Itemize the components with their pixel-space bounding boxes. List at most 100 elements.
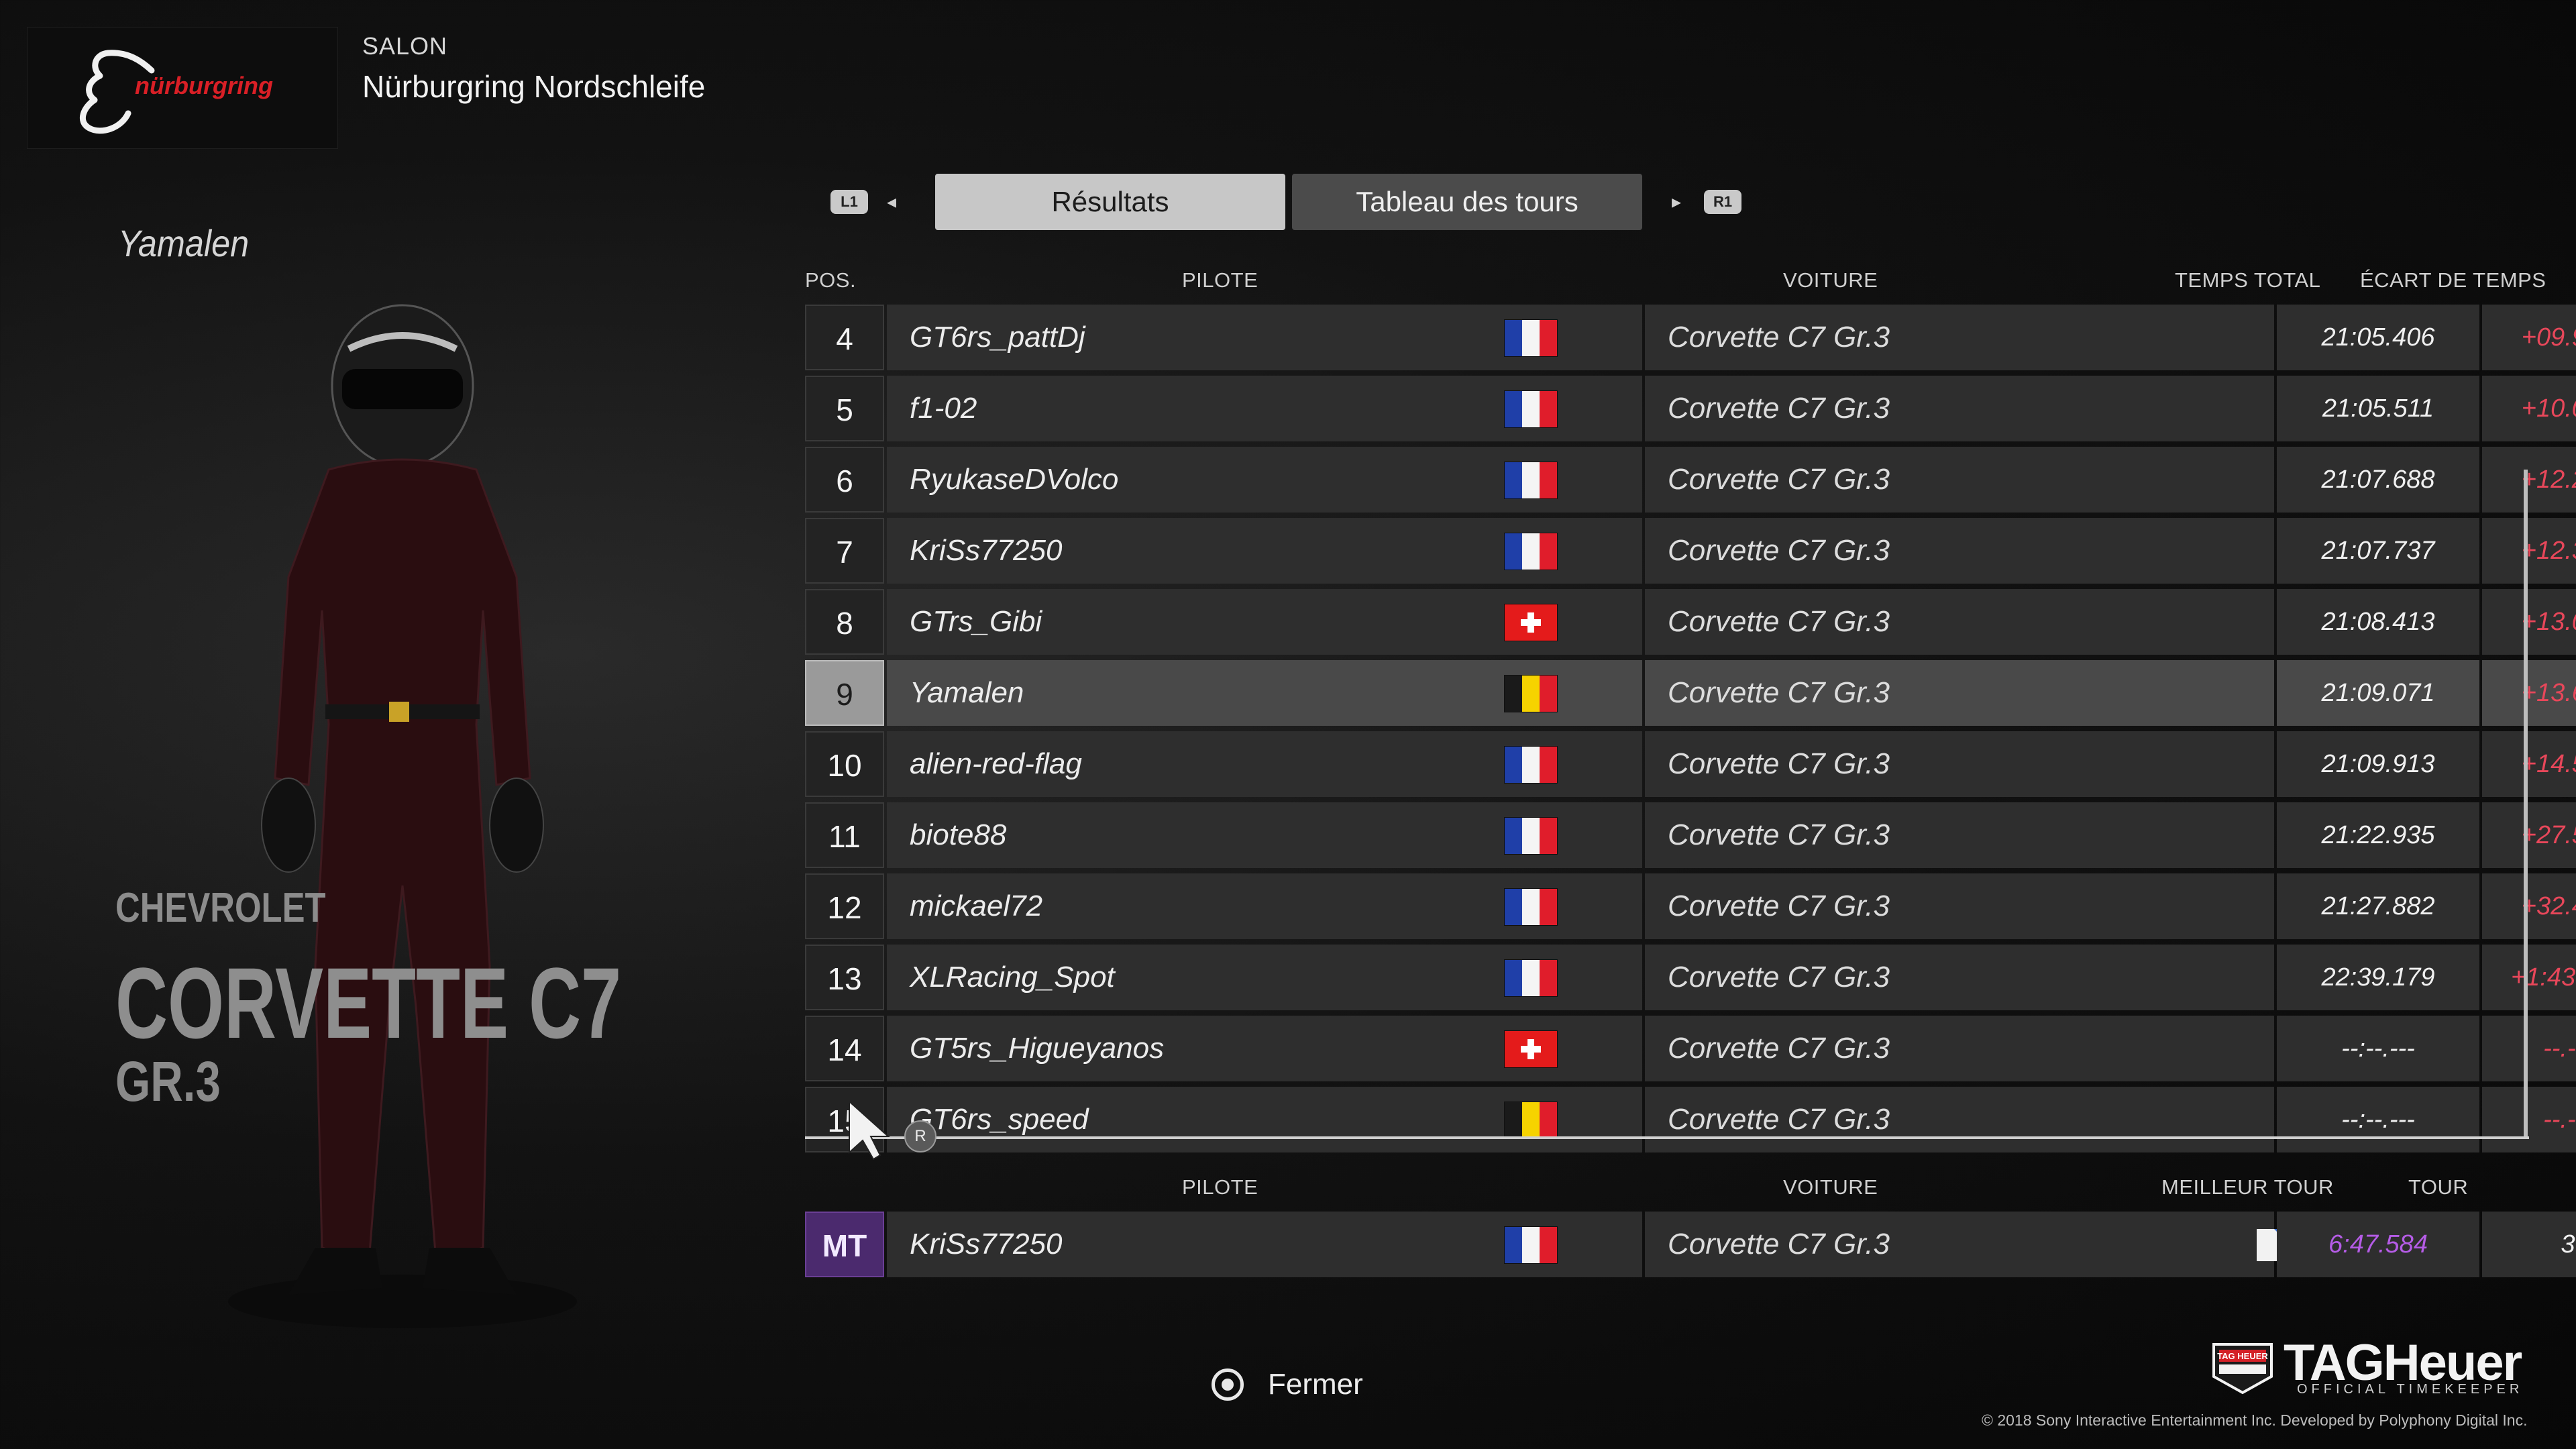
r-stick-badge: R (904, 1120, 936, 1152)
flag-fr-icon (1504, 959, 1558, 997)
tab-results[interactable]: Résultats (935, 174, 1285, 230)
flag-fr-icon (1504, 817, 1558, 855)
flag-fr-icon (1504, 533, 1558, 570)
driver-cell: alien-red-flag (887, 731, 1642, 797)
car-name: Corvette C7 Gr.3 (1668, 890, 1890, 922)
car-name: Corvette C7 Gr.3 (1668, 392, 1890, 425)
car-cell: Corvette C7 Gr.3 (1645, 945, 2274, 1010)
gap-cell: +10.098 (2482, 376, 2576, 441)
car-cell: Corvette C7 Gr.3 (1645, 447, 2274, 513)
table-row[interactable]: 7 KriSs77250 Corvette C7 Gr.3 21:07.737 +12.… (805, 518, 2576, 584)
copyright-text: © 2018 Sony Interactive Entertainment In… (1982, 1411, 2528, 1429)
l1-button-hint[interactable]: L1 (830, 190, 868, 214)
total-time-cell: --:--.--- (2277, 1087, 2479, 1152)
total-time-cell: 21:08.413 (2277, 589, 2479, 655)
flag-fr-icon (1504, 319, 1558, 357)
table-row[interactable]: 8 GTrs_Gibi Corvette C7 Gr.3 21:08.413+13.0… (805, 589, 2576, 655)
car-cell: Corvette C7 Gr.3 (1645, 589, 2274, 655)
car-cell: Corvette C7 Gr.3 (1645, 731, 2274, 797)
total-time-cell: 21:07.737 (2277, 518, 2479, 584)
flag-fr-icon (1504, 888, 1558, 926)
car-class: GR.3 (115, 1050, 221, 1113)
car-model: CORVETTE C7 (115, 947, 622, 1059)
driver-cell: XLRacing_Spot (887, 945, 1642, 1010)
header-gap: ÉCART DE TEMPS (2360, 268, 2546, 292)
driver-name: alien-red-flag (910, 747, 1082, 780)
table-row[interactable]: 5 f1-02 Corvette C7 Gr.3 21:05.511+10.098 (805, 376, 2576, 441)
car-name: Corvette C7 Gr.3 (1668, 321, 1890, 354)
flag-fr-icon (1504, 1226, 1558, 1264)
gap-cell: +27.522 (2482, 802, 2576, 868)
pointer-cursor-icon (849, 1100, 890, 1161)
car-cell: Corvette C7 Gr.3 (1645, 518, 2274, 584)
flag-be-icon (1504, 675, 1558, 712)
position-cell: 12 (805, 873, 884, 939)
best-lap-time: 6:47.584 (2277, 1212, 2479, 1277)
header-pos: POS. (805, 268, 857, 292)
right-arrow-icon[interactable]: ▸ (1672, 191, 1681, 213)
total-time-cell: 21:27.882 (2277, 873, 2479, 939)
driver-name: biote88 (910, 818, 1007, 851)
track-name: Nürburgring Nordschleife (362, 69, 706, 104)
flag-ch-icon (1504, 604, 1558, 641)
best-lap-number: 3 (2482, 1212, 2576, 1277)
driver-name: GT6rs_pattDj (910, 321, 1085, 354)
driver-cell: RyukaseDVolco (887, 447, 1642, 513)
best-header-lap: TOUR (2408, 1175, 2469, 1199)
player-name: Yamalen (118, 222, 250, 264)
table-row[interactable]: 11 biote88 Corvette C7 Gr.3 21:22.935+27.52… (805, 802, 2576, 868)
sponsor-tagline: OFFICIAL TIMEKEEPER (2297, 1382, 2524, 1397)
best-lap-row[interactable]: MT KriSs77250 Corvette C7 Gr.3 6:47.584 … (805, 1212, 2576, 1277)
car-cell: Corvette C7 Gr.3 (1645, 660, 2274, 726)
best-lap-driver-cell: KriSs77250 (887, 1212, 1642, 1277)
table-row[interactable]: 6 RyukaseDVolco Corvette C7 Gr.3 21:07.688 +… (805, 447, 2576, 513)
flag-fr-icon (1504, 390, 1558, 428)
flag-fr-icon (1504, 746, 1558, 784)
total-time-cell: 22:39.179 (2277, 945, 2479, 1010)
car-cell: Corvette C7 Gr.3 (1645, 802, 2274, 868)
r1-button-hint[interactable]: R1 (1704, 190, 1741, 214)
table-row[interactable]: 9 Yamalen Corvette C7 Gr.3 21:09.071+13.658 (805, 660, 2576, 726)
gap-cell: --.--- (2482, 1016, 2576, 1081)
close-label: Fermer (1268, 1368, 1363, 1401)
position-cell: 8 (805, 589, 884, 655)
header-total-time: TEMPS TOTAL (2175, 268, 2321, 292)
tab-lap-table[interactable]: Tableau des tours (1292, 174, 1642, 230)
left-arrow-icon[interactable]: ◂ (887, 191, 896, 213)
car-name: Corvette C7 Gr.3 (1668, 1103, 1890, 1136)
table-row[interactable]: 15 GT6rs_speed Corvette C7 Gr.3 --:--.--- --… (805, 1087, 2576, 1152)
flag-be-icon (1504, 1102, 1558, 1139)
car-name: Corvette C7 Gr.3 (1668, 818, 1890, 851)
total-time-cell: 21:05.406 (2277, 305, 2479, 370)
driver-name: KriSs77250 (910, 534, 1063, 567)
total-time-cell: 21:07.688 (2277, 447, 2479, 513)
driver-figure (228, 304, 577, 1328)
circle-button-icon (1212, 1368, 1244, 1401)
driver-cell: Yamalen (887, 660, 1642, 726)
gap-cell: --.--- (2482, 1087, 2576, 1152)
car-cell: Corvette C7 Gr.3 (1645, 1016, 2274, 1081)
table-divider (805, 1136, 2529, 1139)
position-cell: 13 (805, 945, 884, 1010)
car-name: Corvette C7 Gr.3 (1668, 605, 1890, 638)
scrollbar[interactable] (2524, 470, 2528, 1138)
car-name: Corvette C7 Gr.3 (1668, 747, 1890, 780)
position-cell: 5 (805, 376, 884, 441)
table-row[interactable]: 4 GT6rs_pattDj Corvette C7 Gr.3 21:05.406 +0… (805, 305, 2576, 370)
header-car: VOITURE (1783, 268, 1878, 292)
table-row[interactable]: 13 XLRacing_Spot Corvette C7 Gr.3 22:39.179… (805, 945, 2576, 1010)
table-row[interactable]: 12 mickael72 Corvette C7 Gr.3 21:27.882 +32.… (805, 873, 2576, 939)
driver-name: GT6rs_speed (910, 1103, 1089, 1136)
gap-cell: +12.275 (2482, 447, 2576, 513)
position-cell: 11 (805, 802, 884, 868)
car-cell: Corvette C7 Gr.3 (1645, 305, 2274, 370)
track-logo-text: nürburgring (135, 72, 273, 99)
best-header-car: VOITURE (1783, 1175, 1878, 1199)
table-row[interactable]: 10 alien-red-flag Corvette C7 Gr.3 21:09.91… (805, 731, 2576, 797)
table-row[interactable]: 14 GT5rs_Higueyanos Corvette C7 Gr.3 --:--.… (805, 1016, 2576, 1081)
best-header-driver: PILOTE (1182, 1175, 1258, 1199)
car-make: CHEVROLET (115, 885, 326, 931)
driver-name: mickael72 (910, 890, 1043, 922)
track-logo: nürburgring (27, 27, 338, 149)
event-type: SALON (362, 32, 448, 60)
